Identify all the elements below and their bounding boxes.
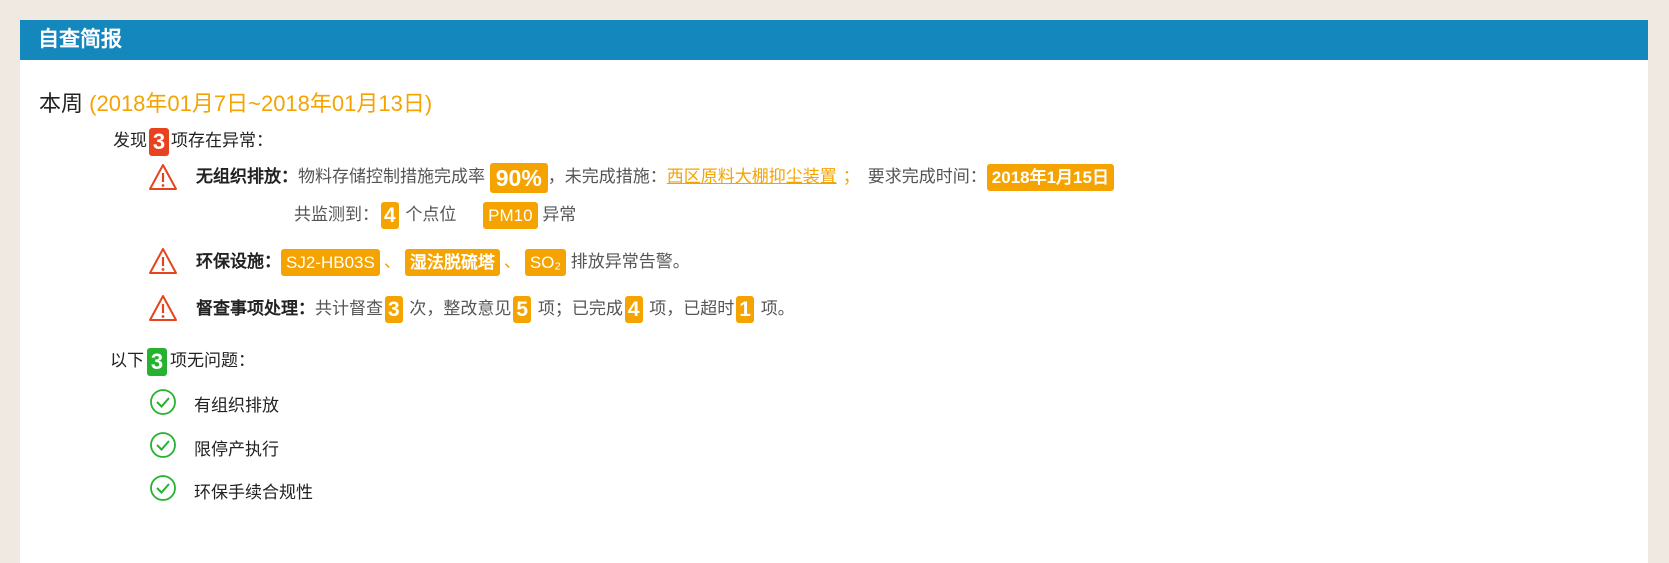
deadline-badge: 2018年1月15日 [986,164,1114,192]
week-range: (2018年01月7日~2018年01月13日) [89,91,433,116]
facility-tag-3[interactable]: SO₂ [524,249,566,277]
check-circle-icon [150,475,176,501]
self-check-panel: 自查简报 本周 (2018年01月7日~2018年01月13日) 发现 3 项存在异… [20,20,1648,563]
fugitive-label: 无组织排放： [196,167,298,186]
monitor-prefix: 共监测到： [294,205,379,224]
unfinished-label: ，未完成措施： [547,167,667,186]
supervision-text: 项；已完成 [537,299,623,318]
supervision-row: 督查事项处理：共计督查 3 次，整改意见 5 项；已完成 4 项，已超时 1 项。 [196,294,795,324]
warning-triangle-icon [149,248,177,274]
supervision-text: 项。 [760,299,795,318]
warning-triangle-icon [149,295,177,321]
overdue-count: 1 [736,296,754,324]
normal-count-badge: 3 [147,347,167,376]
warning-triangle-icon [149,164,177,190]
normal-prefix: 以下 [110,351,144,370]
completion-rate-badge: 90% [489,162,548,193]
normal-summary: 以下 3 项无问题： [110,346,255,376]
facility-tag-1[interactable]: SJ2-HB03S [281,249,380,277]
week-label: 本周 [39,91,84,116]
ok-item: 有组织排放 [194,396,279,415]
facilities-label: 环保设施： [196,252,281,271]
abnormal-prefix: 发现 [113,131,147,150]
points-count-badge: 4 [381,202,399,230]
rectifications-count: 5 [513,296,532,324]
separator: 、 [503,252,521,271]
completed-count: 4 [624,296,643,324]
inspections-count: 3 [385,296,403,324]
supervision-text: 共计督查 [315,299,383,318]
abnormal-summary: 发现 3 项存在异常： [113,126,273,156]
check-circle-icon [150,432,176,458]
supervision-label: 督查事项处理： [196,299,315,318]
week-heading: 本周 (2018年01月7日~2018年01月13日) [39,86,432,118]
panel-title: 自查简报 [20,20,1648,60]
semicolon: ； [842,167,860,186]
abnormal-count-badge: 3 [149,127,169,156]
supervision-text: 项，已超时 [649,299,735,318]
facilities-row: 环保设施： SJ2-HB03S、湿法脱硫塔、 SO₂ 排放异常告警。 [196,247,690,277]
abnormal-label: 异常 [542,205,577,224]
normal-suffix: 项无问题： [170,351,255,370]
ok-item: 环保手续合规性 [194,483,313,502]
fugitive-emission-row: 无组织排放：物料存储控制措施完成率 90% ，未完成措施：西区原料大棚抑尘装置 ； 要… [196,162,1114,193]
supervision-text: 次，整改意见 [409,299,512,318]
deadline-label: 要求完成时间： [867,167,987,186]
monitoring-row: 共监测到： 4 个点位 PM10 异常 [294,200,577,230]
check-circle-icon [150,389,176,415]
abnormal-suffix: 项存在异常： [171,131,273,150]
facilities-suffix: 排放异常告警。 [570,252,690,271]
pollutant-badge: PM10 [483,202,538,230]
ok-item: 限停产执行 [194,440,279,459]
facility-tag-2[interactable]: 湿法脱硫塔 [404,249,500,277]
points-label: 个点位 [405,205,457,224]
measure-link[interactable]: 西区原料大棚抑尘装置 [667,167,837,186]
fugitive-text: 物料存储控制措施完成率 [298,167,485,186]
separator: 、 [383,252,401,271]
